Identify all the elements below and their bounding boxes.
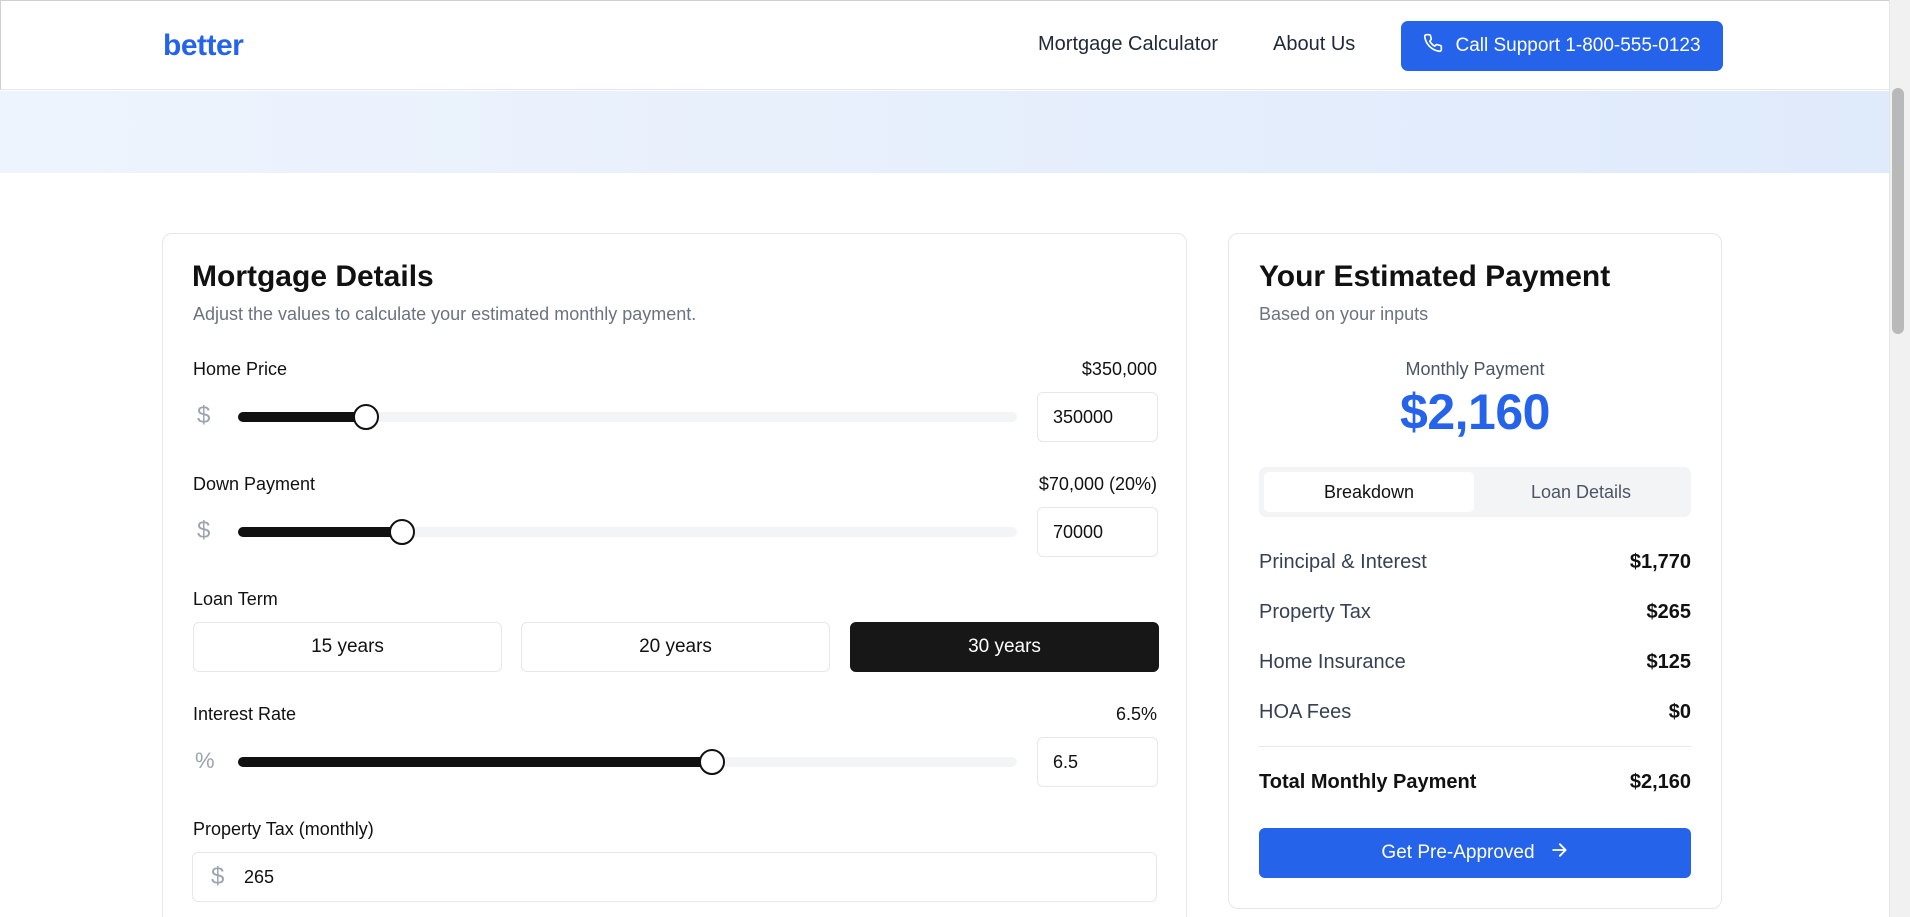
dollar-icon: $ — [211, 863, 225, 890]
percent-icon: % — [195, 748, 215, 773]
interest-rate-slider[interactable] — [238, 749, 1017, 775]
home-price-label: Home Price — [193, 359, 288, 379]
nav-link-mortgage-calculator[interactable]: Mortgage Calculator — [1038, 33, 1218, 56]
home-price-display: $350,000 — [1081, 359, 1157, 379]
interest-rate-slider-thumb[interactable] — [699, 749, 725, 775]
down-payment-input[interactable] — [1037, 507, 1158, 557]
estimated-payment-title: Your Estimated Payment — [1259, 260, 1611, 293]
get-pre-approved-label: Get Pre-Approved — [1381, 842, 1535, 863]
breakdown-label: Principal & Interest — [1259, 551, 1427, 573]
breakdown-value: $265 — [1646, 601, 1692, 623]
interest-rate-input[interactable] — [1037, 737, 1158, 787]
tab-loan-details[interactable]: Loan Details — [1476, 472, 1686, 512]
monthly-payment-label: Monthly Payment — [1405, 359, 1545, 379]
brand-logo[interactable]: better — [163, 29, 244, 63]
breakdown-label: Home Insurance — [1259, 651, 1406, 673]
loan-term-30-years[interactable]: 30 years — [850, 622, 1159, 672]
dollar-icon: $ — [197, 402, 211, 429]
nav-link-about-us[interactable]: About Us — [1273, 33, 1355, 56]
breakdown-label: HOA Fees — [1259, 701, 1352, 723]
dollar-icon: $ — [197, 517, 211, 544]
breakdown-divider — [1259, 746, 1691, 747]
mortgage-details-title: Mortgage Details — [192, 260, 434, 294]
down-payment-display: $70,000 (20%) — [1038, 474, 1157, 494]
monthly-payment-value: $2,160 — [1400, 384, 1550, 440]
mortgage-details-subtitle: Adjust the values to calculate your esti… — [193, 304, 697, 324]
down-payment-slider-thumb[interactable] — [389, 519, 415, 545]
property-tax-value: 265 — [244, 867, 275, 887]
total-label: Total Monthly Payment — [1259, 771, 1477, 793]
home-price-input[interactable] — [1037, 392, 1158, 442]
mortgage-details-card — [162, 233, 1187, 917]
down-payment-slider-fill — [238, 527, 402, 537]
loan-term-20-years[interactable]: 20 years — [521, 622, 830, 672]
interest-rate-display: 6.5% — [1115, 704, 1157, 724]
property-tax-input[interactable]: $ 265 — [192, 852, 1157, 902]
down-payment-label: Down Payment — [193, 474, 316, 494]
top-nav-bar: better Mortgage Calculator About Us Call… — [0, 0, 1889, 90]
property-tax-label: Property Tax (monthly) — [193, 819, 374, 839]
page-scrollbar-thumb[interactable] — [1892, 88, 1904, 334]
home-price-slider[interactable] — [238, 404, 1017, 430]
call-support-button[interactable]: Call Support 1-800-555-0123 — [1401, 21, 1723, 71]
estimated-payment-subtitle: Based on your inputs — [1259, 304, 1429, 324]
interest-rate-label: Interest Rate — [193, 704, 297, 724]
breakdown-label: Property Tax — [1259, 601, 1371, 623]
hero-band — [0, 91, 1889, 173]
payment-tabs: Breakdown Loan Details — [1259, 467, 1691, 517]
breakdown-value: $0 — [1668, 701, 1691, 723]
loan-term-15-years[interactable]: 15 years — [193, 622, 502, 672]
get-pre-approved-button[interactable]: Get Pre-Approved — [1259, 828, 1691, 878]
total-value: $2,160 — [1629, 771, 1691, 793]
arrow-right-icon — [1549, 840, 1569, 866]
home-price-slider-thumb[interactable] — [353, 404, 379, 430]
breakdown-value: $125 — [1646, 651, 1692, 673]
home-price-slider-fill — [238, 412, 366, 422]
interest-rate-slider-fill — [238, 757, 712, 767]
loan-term-label: Loan Term — [193, 589, 278, 609]
call-support-label: Call Support 1-800-555-0123 — [1455, 35, 1701, 56]
phone-icon — [1423, 33, 1443, 59]
tab-breakdown[interactable]: Breakdown — [1264, 472, 1474, 512]
down-payment-slider[interactable] — [238, 519, 1017, 545]
breakdown-value: $1,770 — [1629, 551, 1691, 573]
